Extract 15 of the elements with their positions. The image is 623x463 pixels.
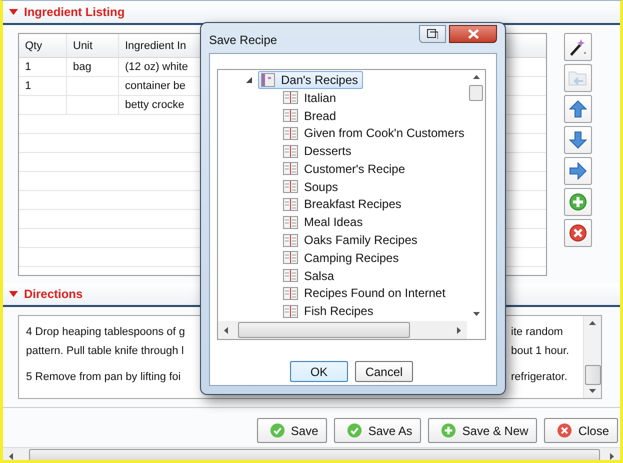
table-cell: betty crocke (125, 99, 184, 111)
directions-text: pattern. Pull table knife through l (26, 344, 184, 356)
table-cell: (12 oz) white (125, 61, 188, 73)
dialog-title: Save Recipe (209, 33, 278, 47)
table-cell: bag (73, 61, 92, 73)
section-title: Directions (24, 287, 83, 301)
table-cell: 1 (25, 61, 32, 73)
directions-text: bout 1 hour. (511, 344, 570, 356)
directions-text: 4 Drop heaping tablespoons of g (26, 326, 186, 338)
directions-text: 5 Remove from pan by lifting foi (26, 370, 181, 382)
directions-text: ite random (511, 326, 564, 338)
section-title: Ingredient Listing (24, 5, 125, 19)
table-cell: container be (125, 80, 186, 92)
directions-text: refrigerator. (511, 370, 568, 382)
table-cell: 1 (25, 80, 32, 92)
